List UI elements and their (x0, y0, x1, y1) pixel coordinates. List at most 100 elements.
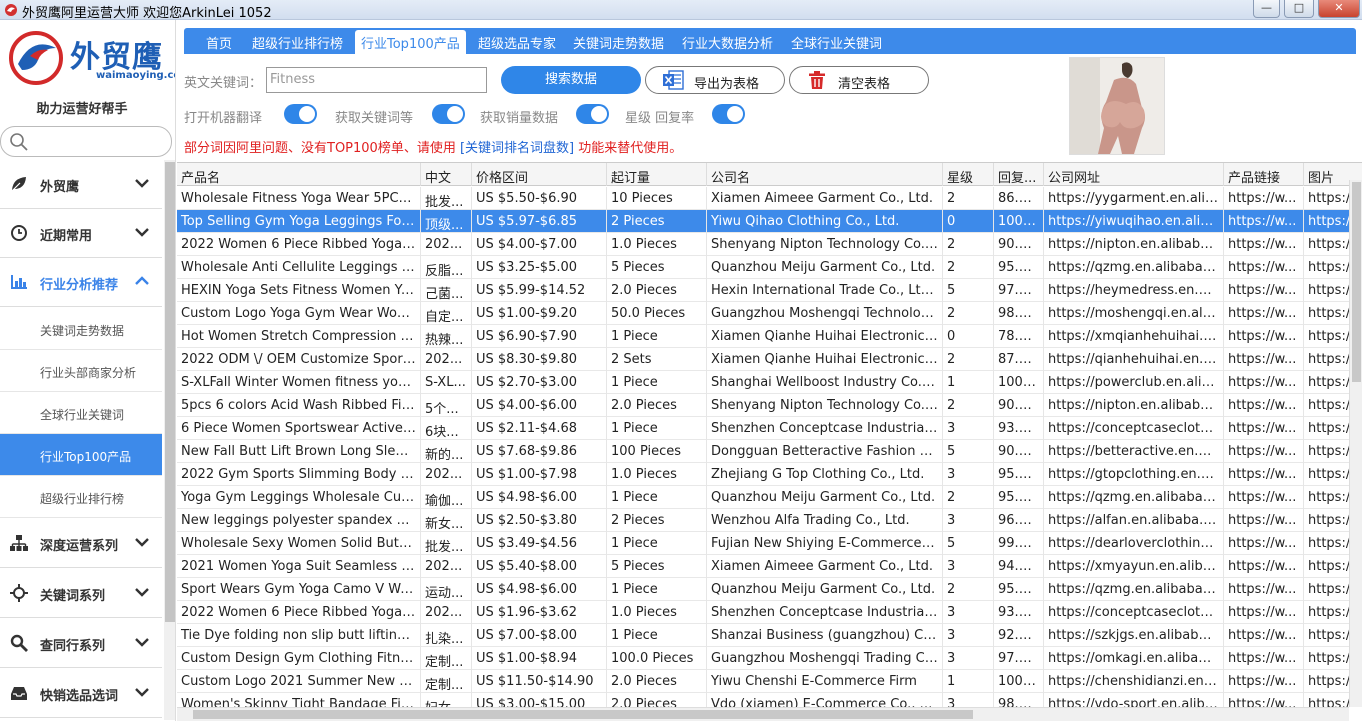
sidebar-item-top100-products[interactable]: 行业Top100产品 (0, 434, 162, 476)
table-row[interactable]: Wholesale Anti Cellulite Leggings Wo... 反… (177, 256, 1350, 279)
cell-company: Fujian New Shiying E-Commerce C... (707, 532, 943, 555)
table-row[interactable]: New leggings polyester spandex fitn... 新女… (177, 509, 1350, 532)
tab-top100-products[interactable]: 行业Top100产品 (355, 30, 466, 54)
cell-chinese: S-XL... (421, 371, 472, 394)
table-vertical-scrollbar[interactable] (1349, 180, 1362, 707)
scroll-thumb[interactable] (193, 710, 973, 719)
table-row[interactable]: 6 Piece Women Sportswear Active Fi... 6块.… (177, 417, 1350, 440)
cell-reply-rate: 93.4... (994, 601, 1044, 624)
table-row[interactable]: Wholesale Fitness Yoga Wear 5PCS ... 批发..… (177, 187, 1350, 210)
cell-product-name: 2022 Women 6 Piece Ribbed Yoga S... (177, 601, 421, 624)
table-row[interactable]: Wholesale Sexy Women Solid Butt Li... 批发.… (177, 532, 1350, 555)
cell-company: Quanzhou Meiju Garment Co., Ltd. (707, 256, 943, 279)
cell-product-name: S-XLFall Winter Women fitness yoga... (177, 371, 421, 394)
close-button[interactable]: ✕ (1318, 0, 1360, 18)
nav-group-recent[interactable]: 近期常用 (0, 209, 162, 258)
table-row[interactable]: Tie Dye folding non slip butt lifting h.… (177, 624, 1350, 647)
table-horizontal-scrollbar[interactable] (177, 707, 1349, 721)
sidebar-item-global-keywords[interactable]: 全球行业关键词 (0, 392, 162, 434)
cell-product-link: https://w... (1224, 693, 1304, 707)
col-header-price[interactable]: 价格区间 (472, 163, 607, 186)
nav-group-competitors[interactable]: 查同行系列 (0, 619, 162, 668)
sidebar-search-input[interactable] (0, 126, 172, 157)
cell-product-link: https://w... (1224, 302, 1304, 325)
tab-global-keywords[interactable]: 全球行业关键词 (791, 33, 882, 52)
window-title: 外贸鹰阿里运营大师 欢迎您ArkinLei 1052 (22, 6, 272, 21)
nav-group-waimaoying[interactable]: 外贸鹰 (0, 160, 162, 209)
table-row[interactable]: 2022 ODM \/ OEM Customize Sport... 202...… (177, 348, 1350, 371)
keyword-input[interactable]: Fitness (266, 67, 487, 93)
cell-company-url: https://powerclub.en.alib... (1044, 371, 1224, 394)
scroll-thumb[interactable] (1352, 182, 1361, 382)
search-data-button[interactable]: 搜索数据 (501, 66, 641, 94)
toggle-translate[interactable] (284, 104, 317, 124)
cell-product-link: https://w... (1224, 670, 1304, 693)
sidebar-item-top-merchants[interactable]: 行业头部商家分析 (0, 350, 162, 392)
table-row[interactable]: Women's Skinny Tight Bandage Fitn...妇女..… (177, 693, 1350, 707)
table-row[interactable]: HEXIN Yoga Sets Fitness Women Yo... 己菌...… (177, 279, 1350, 302)
table-row[interactable]: New Fall Butt Lift Brown Long Sleeve... 新… (177, 440, 1350, 463)
tab-industry-bigdata[interactable]: 行业大数据分析 (682, 33, 773, 52)
tab-super-ranking[interactable]: 超级行业排行榜 (252, 33, 343, 52)
table-row[interactable]: Custom Logo Yoga Gym Wear Wom... 自定... US … (177, 302, 1350, 325)
export-table-button[interactable]: 导出为表格 (645, 66, 785, 94)
slogan: 助力运营好帮手 (36, 102, 128, 117)
col-header-product-link[interactable]: 产品链接 (1224, 163, 1304, 186)
cell-company: Wenzhou Alfa Trading Co., Ltd. (707, 509, 943, 532)
cell-product-link: https://w... (1224, 348, 1304, 371)
nav-group-fast-selection[interactable]: 快销选品选词 (0, 669, 162, 718)
col-header-moq[interactable]: 起订量 (607, 163, 707, 186)
minimize-button[interactable]: — (1253, 0, 1280, 18)
tab-home[interactable]: 首页 (206, 33, 232, 52)
sidebar-scrollbar[interactable] (164, 160, 175, 720)
cell-rating: 3 (943, 555, 994, 578)
table-row[interactable]: Sport Wears Gym Yoga Camo V Wai... 运动... U… (177, 578, 1350, 601)
table-row[interactable]: Yoga Gym Leggings Wholesale Cust... 瑜伽...… (177, 486, 1350, 509)
table-row[interactable]: S-XLFall Winter Women fitness yoga... S-X… (177, 371, 1350, 394)
cell-chinese: 定制... (421, 647, 472, 670)
table-row[interactable]: 2022 Gym Sports Slimming Body Sh... 202..… (177, 463, 1350, 486)
table-row[interactable]: 2022 Women 6 Piece Ribbed Yoga S... 202..… (177, 233, 1350, 256)
col-header-company[interactable]: 公司名 (707, 163, 943, 186)
table-row[interactable]: Custom Logo 2021 Summer New Lis... 定制... U… (177, 670, 1350, 693)
cell-reply-rate: 92.3... (994, 624, 1044, 647)
nav-group-deep-ops[interactable]: 深度运营系列 (0, 519, 162, 568)
nav-label: 深度运营系列 (40, 539, 119, 554)
cell-moq: 1 Piece (607, 325, 707, 348)
table-row[interactable]: Hot Women Stretch Compression C... 热辣... U… (177, 325, 1350, 348)
nav-group-industry-analysis[interactable]: 行业分析推荐 (0, 258, 162, 307)
col-header-product-name[interactable]: 产品名 (177, 163, 421, 186)
maximize-button[interactable]: □ (1284, 0, 1314, 18)
toggle-sales[interactable] (576, 104, 609, 124)
clear-table-button[interactable]: 清空表格 (789, 66, 929, 94)
cell-company-url: https://qianhehuihai.en.ali... (1044, 348, 1224, 371)
cell-moq: 1 Piece (607, 624, 707, 647)
table-header: 产品名 中文 价格区间 起订量 公司名 星级 回复... 公司网址 产品链接 图… (177, 163, 1362, 186)
sub-label: 关键词走势数据 (40, 324, 125, 338)
toggle-keywords[interactable] (432, 104, 465, 124)
cell-moq: 1 Piece (607, 578, 707, 601)
col-header-chinese[interactable]: 中文 (421, 163, 472, 186)
cell-product-link: https://w... (1224, 486, 1304, 509)
tab-keyword-trend[interactable]: 关键词走势数据 (573, 33, 664, 52)
col-header-company-url[interactable]: 公司网址 (1044, 163, 1224, 186)
sidebar-item-keyword-trend[interactable]: 关键词走势数据 (0, 308, 162, 350)
cell-price: US $3.49-$4.56 (472, 532, 607, 555)
keyword-rank-link[interactable]: [关键词排名词盘数] (460, 141, 574, 156)
col-header-rating[interactable]: 星级 (943, 163, 994, 186)
tab-product-expert[interactable]: 超级选品专家 (478, 33, 556, 52)
table-row[interactable]: Custom Design Gym Clothing Fitnes... 定制..… (177, 647, 1350, 670)
table-row[interactable]: 5pcs 6 colors Acid Wash Ribbed Fitn... 5个… (177, 394, 1350, 417)
sidebar: 外贸鹰 waimaoying.com 助力运营好帮手 外贸鹰 近期常用 行业分析… (0, 20, 176, 721)
table-row[interactable]: 2022 Women 6 Piece Ribbed Yoga S... 202..… (177, 601, 1350, 624)
cell-rating: 1 (943, 371, 994, 394)
scroll-thumb[interactable] (165, 162, 175, 622)
table-row[interactable]: 2021 Women Yoga Suit Seamless Lo... 202..… (177, 555, 1350, 578)
sub-label: 全球行业关键词 (40, 408, 125, 422)
nav-group-keywords[interactable]: 关键词系列 (0, 569, 162, 618)
cell-rating: 0 (943, 325, 994, 348)
toggle-rating[interactable] (712, 104, 745, 124)
sidebar-item-super-ranking[interactable]: 超级行业排行榜 (0, 476, 162, 518)
col-header-reply-rate[interactable]: 回复... (994, 163, 1044, 186)
table-row[interactable]: Top Selling Gym Yoga Leggings For ... 顶级.… (177, 210, 1350, 233)
